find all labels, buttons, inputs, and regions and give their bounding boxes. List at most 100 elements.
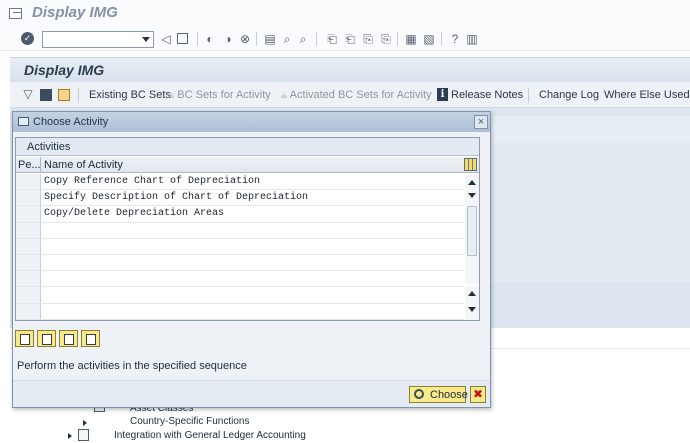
scroll-page-down-icon[interactable]: [468, 307, 476, 312]
activated-bc-sets-button[interactable]: ⫨ Activated BC Sets for Activity: [281, 89, 432, 102]
command-field[interactable]: [42, 31, 154, 48]
scroll-thumb[interactable]: [467, 206, 477, 256]
expand-subtree-icon[interactable]: ▽: [22, 88, 34, 100]
save-icon[interactable]: [177, 33, 188, 44]
where-else-used-button[interactable]: Where Else Used: [604, 89, 690, 101]
row-selector[interactable]: [16, 190, 41, 206]
choose-icon: [414, 389, 424, 399]
row-selector: [16, 222, 41, 238]
toolbar-separator: [316, 32, 317, 46]
toolbar-separator: [197, 32, 198, 46]
enter-icon[interactable]: ✓: [21, 32, 34, 45]
table-caption-label: Activities: [27, 141, 71, 153]
choose-button[interactable]: Choose: [409, 386, 468, 403]
structure-header-strip: [490, 116, 690, 142]
choose-label: Choose: [430, 389, 468, 401]
where-used-icon[interactable]: [58, 89, 70, 101]
activity-name[interactable]: Copy/Delete Depreciation Areas: [44, 208, 224, 219]
previous-page-icon[interactable]: ⎗: [344, 33, 356, 45]
tree-expand-icon[interactable]: [83, 420, 87, 426]
cancel-button[interactable]: ✖: [470, 386, 486, 403]
table-body: Copy Reference Chart of Depreciation Spe…: [16, 174, 464, 320]
column-header-pe[interactable]: Pe...: [18, 159, 41, 171]
release-notes-button[interactable]: Release Notes: [451, 89, 523, 101]
vertical-scrollbar[interactable]: [465, 174, 479, 284]
first-page-icon[interactable]: ⎗: [326, 33, 338, 45]
activated-bc-sets-label: Activated BC Sets for Activity: [289, 89, 432, 101]
toolbar-separator: [528, 88, 529, 103]
table-row-empty: [16, 222, 464, 239]
table-row[interactable]: Specify Description of Chart of Deprecia…: [16, 190, 464, 207]
dialog-window-icon: [18, 117, 29, 126]
table-row-empty: [16, 238, 464, 255]
tree-node-icon: [78, 429, 89, 441]
chevron-down-icon[interactable]: [142, 37, 150, 42]
vertical-scrollbar-lower[interactable]: [465, 286, 479, 320]
find-next-icon[interactable]: ⌕: [297, 33, 309, 45]
window-title-bar: Display IMG: [0, 0, 690, 27]
back-icon[interactable]: ◁: [160, 33, 172, 45]
cancel-icon[interactable]: ⊗: [239, 33, 251, 45]
layout-settings-icon[interactable]: [464, 158, 477, 171]
find-icon[interactable]: ⌕: [281, 33, 293, 45]
dialog-hint-text: Perform the activities in the specified …: [17, 360, 247, 372]
bc-sets-for-activity-button[interactable]: ⫨ BC Sets for Activity: [168, 89, 271, 102]
activity-name[interactable]: Copy Reference Chart of Depreciation: [44, 176, 260, 187]
row-selector[interactable]: [16, 206, 41, 222]
new-session-icon[interactable]: ▦: [405, 33, 417, 45]
row-selector: [16, 303, 41, 319]
info-icon: i: [437, 88, 448, 101]
column-header-name[interactable]: Name of Activity: [44, 159, 123, 171]
column-separator: [40, 157, 41, 173]
change-log-button[interactable]: Change Log: [539, 89, 599, 101]
activity-name[interactable]: Specify Description of Chart of Deprecia…: [44, 192, 308, 203]
row-selector: [16, 254, 41, 271]
page-title: Display IMG: [24, 62, 105, 78]
bc-sets-for-activity-label: BC Sets for Activity: [177, 89, 271, 101]
close-icon[interactable]: ×: [474, 115, 488, 129]
last-activity-icon[interactable]: [81, 330, 100, 347]
scroll-up-icon[interactable]: [468, 180, 476, 185]
tree-node-country-specific[interactable]: Country-Specific Functions: [130, 416, 250, 427]
row-selector: [16, 271, 41, 287]
window-title: Display IMG: [32, 4, 118, 21]
next-activity-icon[interactable]: [59, 330, 78, 347]
table-row[interactable]: Copy Reference Chart of Depreciation: [16, 174, 464, 191]
table-header: Pe... Name of Activity: [16, 157, 479, 173]
table-caption: Activities: [16, 138, 479, 156]
activities-table: Activities Pe... Name of Activity Copy R…: [15, 137, 480, 321]
scroll-down-icon[interactable]: [468, 193, 476, 198]
structure-panel: [490, 142, 690, 282]
next-page-icon[interactable]: ⎘: [362, 33, 374, 45]
bc-set-icon: ⫨: [281, 89, 288, 101]
toolbar-separator: [78, 88, 79, 103]
dialog-footer: Choose ✖: [13, 380, 490, 407]
first-activity-icon[interactable]: [15, 330, 34, 347]
toolbar-separator: [441, 32, 442, 46]
tree-node-integration-gl[interactable]: Integration with General Ledger Accounti…: [114, 430, 306, 441]
app-header: Display IMG: [10, 57, 690, 82]
last-page-icon[interactable]: ⎘: [380, 33, 392, 45]
row-selector: [16, 238, 41, 254]
scroll-page-up-icon[interactable]: [468, 291, 476, 296]
shortcut-icon[interactable]: ▧: [423, 33, 435, 45]
details-icon[interactable]: [40, 89, 52, 101]
dialog-title-bar: Choose Activity ×: [13, 112, 490, 132]
table-row-empty: [16, 254, 464, 272]
row-selector[interactable]: [16, 174, 41, 190]
choose-activity-dialog: Choose Activity × Activities Pe... Name …: [12, 111, 491, 408]
table-row-empty: [16, 287, 464, 304]
system-toolbar: ✓ ◁ ◐ ◑ ⊗ ▤ ⌕ ⌕ ⎗ ⎗ ⎘ ⎘ ▦ ▧ ? ▥: [0, 27, 690, 51]
back-nav-icon[interactable]: ◐: [204, 33, 216, 45]
table-row[interactable]: Copy/Delete Depreciation Areas: [16, 206, 464, 223]
help-icon[interactable]: ?: [449, 33, 461, 45]
print-icon[interactable]: ▤: [264, 33, 276, 45]
tree-expand-icon[interactable]: [68, 433, 72, 439]
previous-activity-icon[interactable]: [37, 330, 56, 347]
toolbar-separator: [397, 32, 398, 46]
row-selector: [16, 287, 41, 303]
existing-bc-sets-button[interactable]: Existing BC Sets: [89, 89, 171, 101]
layout-menu-icon[interactable]: ▥: [466, 33, 478, 45]
exit-icon[interactable]: ◑: [222, 33, 234, 45]
app-toolbar: ▽ Existing BC Sets ⫨ BC Sets for Activit…: [10, 82, 690, 108]
